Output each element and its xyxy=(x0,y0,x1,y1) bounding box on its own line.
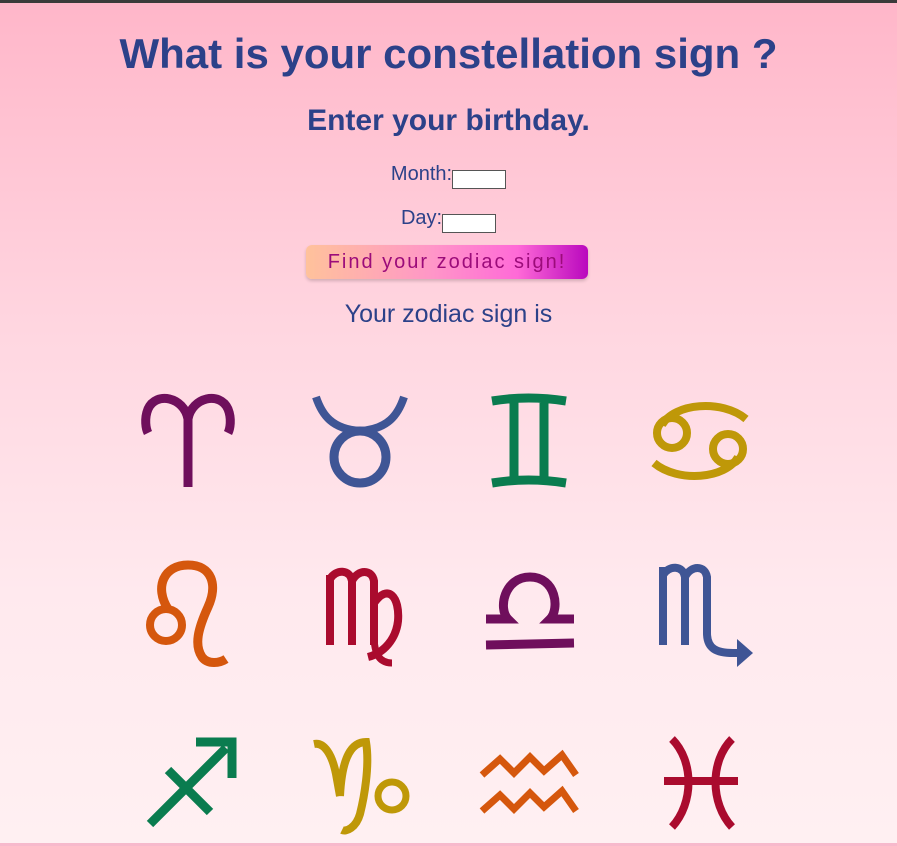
capricorn-icon[interactable] xyxy=(310,737,410,835)
month-label: Month: xyxy=(390,163,453,185)
month-row: Month: xyxy=(0,163,897,189)
scorpio-icon[interactable] xyxy=(655,563,755,668)
taurus-icon[interactable] xyxy=(308,391,408,491)
aquarius-icon[interactable] xyxy=(478,743,579,823)
page-title: What is your constellation sign ? xyxy=(119,30,778,77)
month-input[interactable] xyxy=(452,170,507,189)
page-subtitle: Enter your birthday. xyxy=(307,104,590,137)
day-label: Day: xyxy=(400,207,443,229)
day-input[interactable] xyxy=(442,214,497,233)
day-row: Day: xyxy=(0,207,897,233)
pisces-icon[interactable] xyxy=(650,735,750,830)
gemini-icon[interactable] xyxy=(478,391,578,491)
sagittarius-icon[interactable] xyxy=(138,737,238,833)
virgo-icon[interactable] xyxy=(318,563,408,668)
result-text: Your zodiac sign is xyxy=(344,300,553,328)
cancer-icon[interactable] xyxy=(650,391,750,491)
aries-icon[interactable] xyxy=(138,391,238,491)
find-zodiac-button[interactable]: Find your zodiac sign! xyxy=(306,245,588,279)
leo-icon[interactable] xyxy=(138,560,238,668)
libra-icon[interactable] xyxy=(478,563,578,663)
